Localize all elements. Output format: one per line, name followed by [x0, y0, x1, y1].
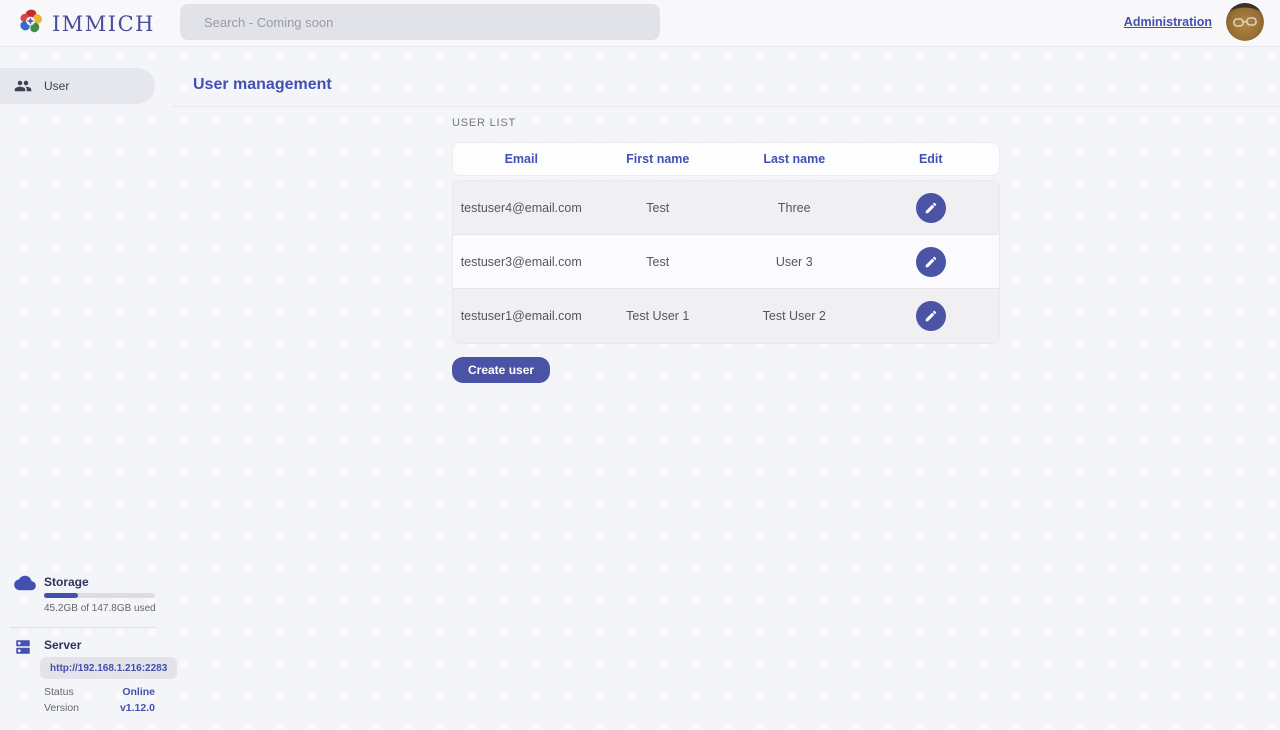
cell-last-name: Three: [726, 201, 863, 215]
column-header-edit: Edit: [863, 152, 1000, 166]
server-icon: [14, 638, 32, 661]
page-title: User management: [193, 76, 332, 94]
cell-first-name: Test: [590, 201, 727, 215]
version-value: v1.12.0: [120, 702, 155, 714]
sidebar-item-user[interactable]: User: [0, 68, 155, 104]
sidebar-item-label: User: [44, 79, 69, 93]
server-version-row: Version v1.12.0: [44, 702, 155, 714]
cell-email: testuser3@email.com: [453, 255, 590, 269]
title-divider: [171, 106, 1280, 107]
server-status-row: Status Online: [44, 686, 155, 698]
immich-flower-icon: [18, 8, 44, 39]
cell-first-name: Test User 1: [590, 309, 727, 323]
storage-usage-text: 45.2GB of 147.8GB used: [44, 603, 156, 614]
pencil-icon: [924, 255, 938, 269]
user-list-label: USER LIST: [452, 117, 516, 129]
storage-title: Storage: [44, 575, 89, 589]
pencil-icon: [924, 201, 938, 215]
cell-last-name: User 3: [726, 255, 863, 269]
storage-progress-fill: [44, 593, 78, 598]
sidebar-divider: [10, 627, 155, 628]
users-group-icon: [14, 77, 32, 95]
server-title: Server: [44, 638, 81, 652]
user-table-header: Email First name Last name Edit: [452, 142, 1000, 176]
cell-last-name: Test User 2: [726, 309, 863, 323]
column-header-first-name: First name: [590, 152, 727, 166]
column-header-email: Email: [453, 152, 590, 166]
search-input[interactable]: [180, 4, 660, 40]
create-user-button[interactable]: Create user: [452, 357, 550, 383]
table-row: testuser3@email.com Test User 3: [453, 235, 999, 289]
pencil-icon: [924, 309, 938, 323]
status-label: Status: [44, 686, 74, 698]
administration-link[interactable]: Administration: [1124, 15, 1212, 29]
storage-progress-track: [44, 593, 155, 598]
edit-user-button[interactable]: [916, 301, 946, 331]
app-header: IMMICH Administration: [0, 0, 1280, 47]
server-url-badge: http://192.168.1.216:2283: [40, 657, 177, 679]
user-table-body: testuser4@email.com Test Three testuser3…: [452, 180, 1000, 344]
edit-user-button[interactable]: [916, 193, 946, 223]
logo-wordmark: IMMICH: [52, 12, 155, 36]
user-avatar[interactable]: [1226, 3, 1264, 41]
table-row: testuser4@email.com Test Three: [453, 181, 999, 235]
cell-email: testuser1@email.com: [453, 309, 590, 323]
status-value: Online: [122, 686, 155, 698]
table-row: testuser1@email.com Test User 1 Test Use…: [453, 289, 999, 343]
column-header-last-name: Last name: [726, 152, 863, 166]
cell-email: testuser4@email.com: [453, 201, 590, 215]
cell-first-name: Test: [590, 255, 727, 269]
cloud-icon: [14, 574, 36, 597]
edit-user-button[interactable]: [916, 247, 946, 277]
app-logo[interactable]: IMMICH: [18, 8, 155, 39]
version-label: Version: [44, 702, 79, 714]
